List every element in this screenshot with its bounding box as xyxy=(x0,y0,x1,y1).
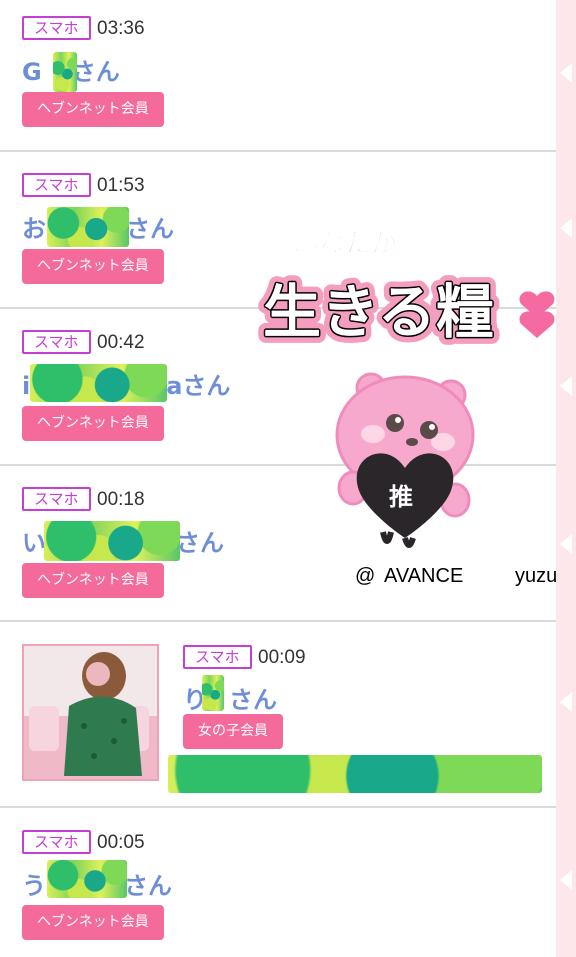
profile-photo-image xyxy=(24,646,157,779)
heart-text: 推 xyxy=(389,483,413,511)
device-badge: スマホ xyxy=(183,645,252,669)
visit-time: 00:05 xyxy=(97,832,145,853)
sticker-line1: あなたが xyxy=(293,228,397,259)
member-badge: 女の子会員 xyxy=(183,714,283,749)
device-badge: スマホ xyxy=(22,830,91,854)
sticker-overlay: あなたが 生きる糧 生きる糧 推 @ AVANCE yuzu xyxy=(255,220,565,610)
name-redaction xyxy=(202,675,224,711)
member-badge: ヘブンネット会員 xyxy=(22,406,164,441)
chevron-left-icon xyxy=(560,63,572,83)
device-badge: スマホ xyxy=(22,330,91,354)
credit-at: @ xyxy=(355,565,375,587)
chevron-left-icon xyxy=(560,692,572,712)
member-badge: ヘブンネット会員 xyxy=(22,249,164,284)
visit-time: 00:42 xyxy=(97,332,145,353)
sticker-line2: 生きる糧 xyxy=(263,278,494,346)
member-badge: ヘブンネット会員 xyxy=(22,563,164,598)
divider xyxy=(0,806,556,808)
name-redaction xyxy=(44,521,180,561)
sticker-graphic: あなたが 生きる糧 生きる糧 推 @ AVANCE yuzu xyxy=(256,228,557,588)
device-badge: スマホ xyxy=(22,173,91,197)
visitor-name[interactable]: りさん xyxy=(183,680,277,715)
divider xyxy=(0,150,556,152)
name-redaction xyxy=(47,207,129,247)
member-badge: ヘブンネット会員 xyxy=(22,905,164,940)
visit-time: 00:09 xyxy=(258,647,306,668)
member-badge: ヘブンネット会員 xyxy=(22,92,164,127)
device-badge: スマホ xyxy=(22,16,91,40)
divider xyxy=(0,620,556,622)
name-redaction xyxy=(47,860,127,898)
device-badge: スマホ xyxy=(22,487,91,511)
visit-time: 00:18 xyxy=(97,489,145,510)
chevron-left-icon xyxy=(560,870,572,890)
credit-name: yuzu xyxy=(515,565,557,587)
name-redaction xyxy=(30,364,167,402)
credit-shop: AVANCE xyxy=(384,565,463,587)
name-redaction xyxy=(53,52,77,92)
visit-time: 01:53 xyxy=(97,175,145,196)
profile-photo[interactable] xyxy=(22,644,159,781)
visit-time: 03:36 xyxy=(97,18,145,39)
message-redaction xyxy=(168,755,542,793)
